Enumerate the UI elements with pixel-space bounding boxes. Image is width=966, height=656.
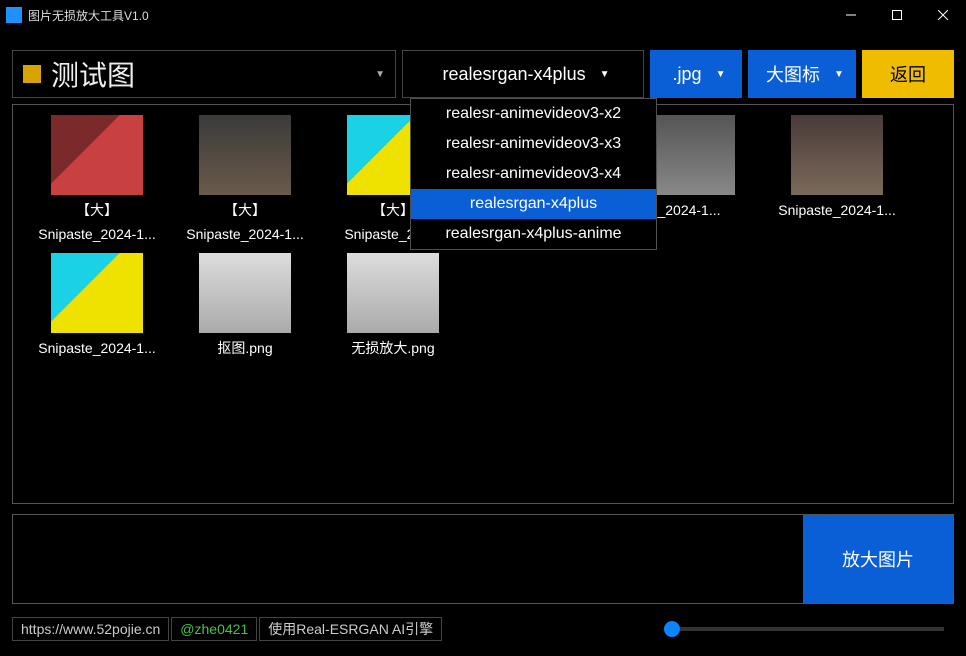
folder-icon bbox=[23, 65, 41, 83]
file-thumbnail bbox=[791, 115, 883, 195]
action-panel: 放大图片 bbox=[12, 514, 954, 604]
minimize-button[interactable] bbox=[828, 0, 874, 30]
file-name-label: Snipaste_2024-1... bbox=[778, 201, 896, 219]
model-option[interactable]: realesrgan-x4plus-anime bbox=[411, 219, 656, 249]
file-prefix-label: 【大】 bbox=[372, 201, 414, 219]
file-name-label: 抠图.png bbox=[217, 339, 272, 357]
titlebar: 图片无损放大工具V1.0 bbox=[0, 0, 966, 30]
file-thumbnail bbox=[51, 115, 143, 195]
statusbar: https://www.52pojie.cn @zhe0421 使用Real-E… bbox=[12, 616, 954, 642]
model-option[interactable]: realesr-animevideov3-x4 bbox=[411, 159, 656, 189]
app-icon bbox=[6, 7, 22, 23]
zoom-slider[interactable] bbox=[664, 627, 944, 631]
file-thumbnail bbox=[347, 253, 439, 333]
maximize-button[interactable] bbox=[874, 0, 920, 30]
status-engine: 使用Real-ESRGAN AI引擎 bbox=[259, 617, 442, 641]
file-item[interactable]: 【大】 Snipaste_2024-1... bbox=[23, 115, 171, 243]
model-option[interactable]: realesr-animevideov3-x3 bbox=[411, 129, 656, 159]
file-item[interactable]: Snipaste_2024-1... bbox=[23, 253, 171, 357]
chevron-down-icon: ▼ bbox=[834, 69, 844, 80]
model-dropdown-menu: realesr-animevideov3-x2realesr-animevide… bbox=[410, 98, 657, 250]
status-author: @zhe0421 bbox=[171, 617, 257, 641]
model-option[interactable]: realesr-animevideov3-x2 bbox=[411, 99, 656, 129]
close-button[interactable] bbox=[920, 0, 966, 30]
chevron-down-icon: ▼ bbox=[716, 69, 726, 80]
file-item[interactable]: 无损放大.png bbox=[319, 253, 467, 357]
view-dropdown[interactable]: 大图标 ▼ bbox=[748, 50, 856, 98]
file-name-label: 无损放大.png bbox=[351, 339, 434, 357]
file-thumbnail bbox=[199, 253, 291, 333]
extension-selected-label: .jpg bbox=[673, 64, 702, 85]
file-thumbnail bbox=[199, 115, 291, 195]
file-thumbnail bbox=[51, 253, 143, 333]
folder-path-text: 测试图 bbox=[51, 54, 375, 94]
model-selected-label: realesrgan-x4plus bbox=[443, 64, 586, 85]
chevron-down-icon: ▼ bbox=[600, 69, 610, 80]
log-area bbox=[13, 515, 803, 603]
file-item[interactable]: Snipaste_2024-1... bbox=[763, 115, 911, 243]
file-item[interactable]: 抠图.png bbox=[171, 253, 319, 357]
file-prefix-label: 【大】 bbox=[76, 201, 118, 219]
toolbar: 测试图 ▼ realesrgan-x4plus ▼ .jpg ▼ 大图标 ▼ 返… bbox=[12, 50, 954, 98]
enlarge-button-label: 放大图片 bbox=[842, 546, 914, 572]
back-button-label: 返回 bbox=[890, 61, 926, 87]
view-selected-label: 大图标 bbox=[766, 61, 820, 87]
extension-dropdown[interactable]: .jpg ▼ bbox=[650, 50, 742, 98]
file-item[interactable]: 【大】 Snipaste_2024-1... bbox=[171, 115, 319, 243]
file-prefix-label: 【大】 bbox=[224, 201, 266, 219]
app-title: 图片无损放大工具V1.0 bbox=[28, 7, 149, 24]
model-dropdown[interactable]: realesrgan-x4plus ▼ bbox=[402, 50, 644, 98]
chevron-down-icon: ▼ bbox=[375, 69, 385, 80]
file-name-label: Snipaste_2024-1... bbox=[186, 225, 304, 243]
file-name-label: Snipaste_2024-1... bbox=[38, 339, 156, 357]
model-option[interactable]: realesrgan-x4plus bbox=[411, 189, 656, 219]
enlarge-button[interactable]: 放大图片 bbox=[803, 515, 953, 603]
status-url[interactable]: https://www.52pojie.cn bbox=[12, 617, 169, 641]
file-name-label: Snipaste_2024-1... bbox=[38, 225, 156, 243]
file-name-label: _2024-1... bbox=[657, 201, 720, 219]
folder-path-dropdown[interactable]: 测试图 ▼ bbox=[12, 50, 396, 98]
back-button[interactable]: 返回 bbox=[862, 50, 954, 98]
zoom-slider-knob[interactable] bbox=[664, 621, 680, 637]
